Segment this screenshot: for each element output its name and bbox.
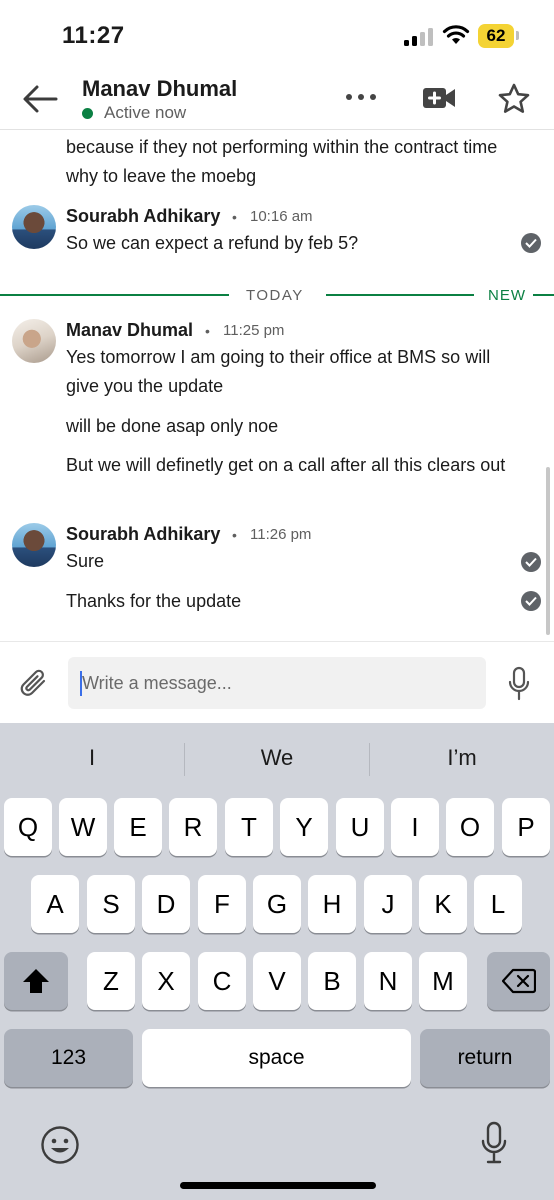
key-i[interactable]: I (391, 798, 439, 856)
status-bar: 11:27 62 (0, 0, 554, 70)
suggestion-item[interactable]: We (185, 745, 369, 771)
numbers-key[interactable]: 123 (4, 1029, 133, 1087)
today-divider-line (0, 294, 229, 296)
key-d[interactable]: D (142, 875, 190, 933)
presence-label: Active now (104, 103, 187, 122)
message-text: because if they not performing within th… (66, 137, 498, 186)
key-e[interactable]: E (114, 798, 162, 856)
message-time: 11:26 pm (250, 526, 312, 543)
sender-name: Manav Dhumal (66, 320, 194, 340)
key-p[interactable]: P (502, 798, 550, 856)
key-m[interactable]: M (419, 952, 467, 1010)
key-y[interactable]: Y (280, 798, 328, 856)
text-caret (80, 671, 82, 696)
read-check-icon (521, 233, 541, 253)
presence-dot-icon (82, 107, 93, 119)
suggestion-item[interactable]: I (0, 745, 184, 771)
back-arrow-icon[interactable] (20, 82, 60, 116)
avatar[interactable] (12, 319, 56, 363)
emoji-icon[interactable] (40, 1125, 80, 1165)
key-s[interactable]: S (87, 875, 135, 933)
battery-indicator: 62 (478, 24, 514, 48)
key-h[interactable]: H (308, 875, 356, 933)
home-indicator[interactable] (180, 1182, 376, 1189)
message-list[interactable]: because if they not performing within th… (0, 131, 554, 641)
scrollbar[interactable] (546, 467, 550, 635)
key-a[interactable]: A (31, 875, 79, 933)
key-f[interactable]: F (198, 875, 246, 933)
sender-name: Sourabh Adhikary (66, 524, 221, 544)
separator-dot: • (205, 323, 210, 339)
key-t[interactable]: T (225, 798, 273, 856)
return-key[interactable]: return (420, 1029, 550, 1087)
microphone-icon[interactable] (506, 666, 532, 702)
message-input[interactable] (68, 657, 486, 709)
key-q[interactable]: Q (4, 798, 52, 856)
separator-dot: • (232, 527, 237, 543)
chat-header: Manav Dhumal Active now (0, 70, 554, 130)
message-text: Yes tomorrow I am going to their office … (66, 347, 491, 396)
status-time: 11:27 (62, 22, 125, 49)
video-call-icon[interactable] (422, 86, 456, 110)
paperclip-icon[interactable] (18, 667, 50, 701)
star-icon[interactable] (497, 82, 531, 116)
new-messages-label: NEW (488, 287, 526, 304)
contact-name[interactable]: Manav Dhumal (82, 76, 237, 102)
key-k[interactable]: K (419, 875, 467, 933)
presence-status: Active now (82, 103, 186, 123)
message-time: 11:25 pm (223, 322, 285, 339)
battery-tip (516, 31, 519, 40)
new-divider-line (533, 294, 554, 296)
key-z[interactable]: Z (87, 952, 135, 1010)
read-check-icon (521, 552, 541, 572)
message-text: So we can expect a refund by feb 5? (66, 233, 359, 253)
wifi-icon (442, 25, 470, 44)
message-text: will be done asap only noe (66, 416, 279, 436)
suggestion-item[interactable]: I’m (370, 745, 554, 771)
key-o[interactable]: O (446, 798, 494, 856)
sender-name: Sourabh Adhikary (66, 206, 221, 226)
message-text: But we will definetly get on a call afte… (66, 455, 506, 475)
shift-arrow-icon (23, 969, 49, 993)
key-u[interactable]: U (336, 798, 384, 856)
key-j[interactable]: J (364, 875, 412, 933)
avatar[interactable] (12, 205, 56, 249)
dictation-mic-icon[interactable] (480, 1121, 508, 1165)
today-divider-label: TODAY (246, 287, 304, 304)
suggestion-bar: I We I’m (0, 723, 554, 795)
shift-key[interactable] (4, 952, 68, 1010)
key-b[interactable]: B (308, 952, 356, 1010)
avatar[interactable] (12, 523, 56, 567)
key-g[interactable]: G (253, 875, 301, 933)
key-c[interactable]: C (198, 952, 246, 1010)
message-text: Thanks for the update (66, 591, 242, 611)
separator-dot: • (232, 209, 237, 225)
key-n[interactable]: N (364, 952, 412, 1010)
key-l[interactable]: L (474, 875, 522, 933)
read-check-icon (521, 591, 541, 611)
key-w[interactable]: W (59, 798, 107, 856)
key-r[interactable]: R (169, 798, 217, 856)
key-x[interactable]: X (142, 952, 190, 1010)
backspace-icon (501, 968, 536, 994)
space-key[interactable]: space (142, 1029, 411, 1087)
cellular-signal-icon (404, 28, 434, 46)
key-v[interactable]: V (253, 952, 301, 1010)
backspace-key[interactable] (487, 952, 550, 1010)
message-time: 10:16 am (250, 208, 313, 225)
more-options-icon[interactable] (342, 82, 380, 112)
compose-bar (0, 641, 554, 723)
keyboard: I We I’m Q W E R T Y U I O P A S D F G H… (0, 723, 554, 1200)
today-divider-line (326, 294, 474, 296)
message-text: Sure (66, 551, 105, 571)
